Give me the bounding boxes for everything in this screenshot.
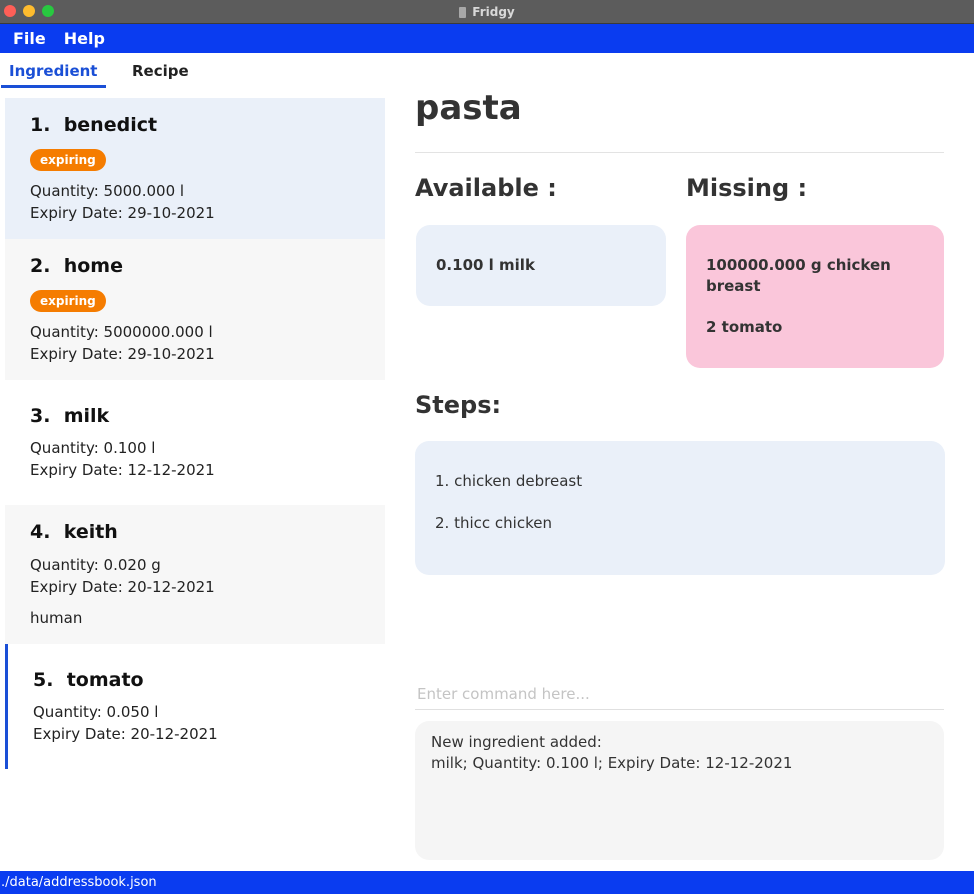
ingredient-expiry: Expiry Date: 29-10-2021 [30,204,215,222]
selection-indicator [5,644,8,769]
step-item: 1. chicken debreast [435,472,583,490]
status-bar: ./data/addressbook.json [0,871,974,894]
ingredient-card[interactable]: 2. home expiring Quantity: 5000000.000 l… [5,239,385,380]
ingredient-card[interactable]: 4. keith Quantity: 0.020 g Expiry Date: … [5,505,385,644]
steps-heading: Steps: [415,391,502,419]
tab-recipe[interactable]: Recipe [132,62,189,80]
tab-ingredient[interactable]: Ingredient [9,62,97,80]
tab-bar: Ingredient Recipe [0,53,400,89]
menu-bar: File Help [0,24,974,53]
command-input[interactable] [415,678,944,710]
menu-help[interactable]: Help [64,29,105,48]
available-heading: Available : [415,174,557,202]
title-bar: Fridgy [0,0,974,24]
expiring-badge: expiring [30,290,106,312]
missing-box: 100000.000 g chicken breast 2 tomato [686,225,944,368]
ingredient-expiry: Expiry Date: 20-12-2021 [33,725,218,743]
ingredient-quantity: Quantity: 0.050 l [33,703,159,721]
ingredient-card[interactable]: 3. milk Quantity: 0.100 l Expiry Date: 1… [5,380,385,505]
ingredient-card-selected[interactable]: 5. tomato Quantity: 0.050 l Expiry Date:… [5,644,385,769]
menu-file[interactable]: File [13,29,46,48]
window-title: Fridgy [472,5,515,19]
result-display: New ingredient added: milk; Quantity: 0.… [415,721,944,860]
recipe-title: pasta [415,88,522,128]
missing-item: 100000.000 g chicken breast [706,256,891,295]
available-box: 0.100 l milk [416,225,666,306]
ingredient-expiry: Expiry Date: 29-10-2021 [30,345,215,363]
step-item: 2. thicc chicken [435,514,552,532]
missing-item: 2 tomato [706,318,783,336]
ingredient-description: human [30,609,83,627]
ingredient-name: 3. milk [30,405,110,427]
ingredient-expiry: Expiry Date: 20-12-2021 [30,578,215,596]
ingredient-name: 2. home [30,255,123,277]
data-file-path: ./data/addressbook.json [1,875,157,890]
ingredient-quantity: Quantity: 0.100 l [30,439,156,457]
ingredient-name: 5. tomato [33,669,144,691]
app-icon [459,6,467,18]
ingredient-name: 4. keith [30,521,118,543]
title-divider [415,152,944,153]
ingredient-name: 1. benedict [30,114,158,136]
ingredient-expiry: Expiry Date: 12-12-2021 [30,461,215,479]
steps-box: 1. chicken debreast 2. thicc chicken [415,441,945,575]
available-item: 0.100 l milk [436,256,535,274]
ingredient-card[interactable]: 1. benedict expiring Quantity: 5000.000 … [5,98,385,239]
result-line: milk; Quantity: 0.100 l; Expiry Date: 12… [431,754,793,772]
ingredient-quantity: Quantity: 5000.000 l [30,182,185,200]
ingredient-quantity: Quantity: 0.020 g [30,556,161,574]
ingredient-quantity: Quantity: 5000000.000 l [30,323,213,341]
result-line: New ingredient added: [431,733,602,751]
active-tab-indicator [1,85,106,88]
missing-heading: Missing : [686,174,808,202]
expiring-badge: expiring [30,149,106,171]
